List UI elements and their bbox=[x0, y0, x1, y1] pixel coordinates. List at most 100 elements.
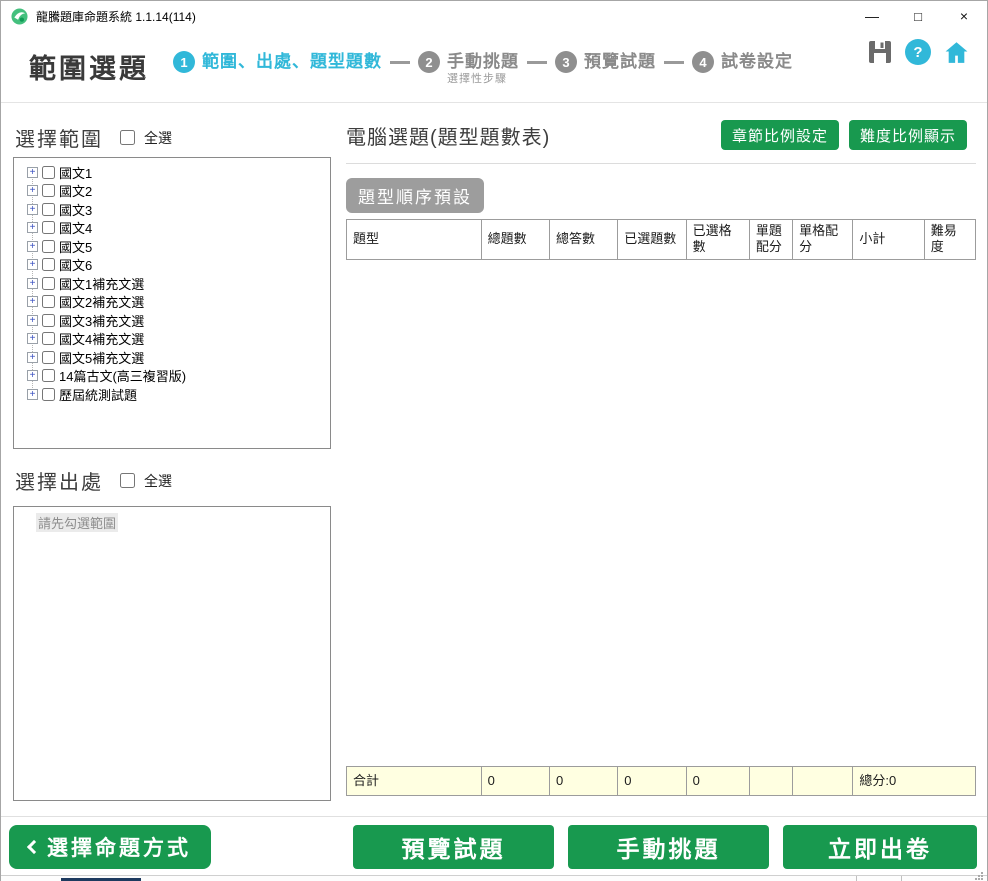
tree-item-checkbox[interactable] bbox=[42, 277, 55, 290]
expand-icon[interactable]: + bbox=[27, 296, 38, 307]
column-header: 總題數 bbox=[481, 220, 549, 260]
expand-icon[interactable]: + bbox=[27, 352, 38, 363]
question-type-table-header: 題型總題數總答數已選題數已選格數單題配分單格配分小計難易度 bbox=[346, 219, 976, 260]
step-3-preview[interactable]: 3 預覽試題 bbox=[555, 51, 656, 73]
tree-item-label: 國文4補充文選 bbox=[59, 329, 144, 348]
expand-icon[interactable]: + bbox=[27, 315, 38, 326]
maximize-button[interactable]: □ bbox=[895, 1, 941, 31]
type-order-preset-button[interactable]: 題型順序預設 bbox=[346, 178, 484, 213]
step-dash bbox=[527, 61, 547, 64]
step-dash bbox=[664, 61, 684, 64]
tree-item-checkbox[interactable] bbox=[42, 314, 55, 327]
tree-item[interactable]: +國文5 bbox=[14, 237, 330, 256]
step-3-number: 3 bbox=[555, 51, 577, 73]
tree-item[interactable]: +國文3補充文選 bbox=[14, 311, 330, 330]
column-header: 單格配分 bbox=[793, 220, 853, 260]
tree-item[interactable]: +國文2補充文選 bbox=[14, 293, 330, 312]
footer-cell bbox=[793, 767, 853, 796]
footer-cell: 合計 bbox=[347, 767, 482, 796]
tree-item[interactable]: +國文4 bbox=[14, 219, 330, 238]
tree-item[interactable]: + 國文4補充文選 bbox=[14, 330, 330, 349]
back-to-method-button[interactable]: 選擇命題方式 bbox=[9, 825, 211, 869]
chapter-ratio-button[interactable]: 章節比例設定 bbox=[721, 120, 839, 150]
minimize-button[interactable]: — bbox=[849, 1, 895, 31]
column-header: 總答數 bbox=[549, 220, 617, 260]
header-separator bbox=[1, 102, 987, 103]
tree-item-checkbox[interactable] bbox=[42, 221, 55, 234]
tree-item[interactable]: +14篇古文(高三複習版) bbox=[14, 367, 330, 386]
range-section-header: 選擇範圍 全選 bbox=[15, 123, 172, 152]
expand-icon[interactable]: + bbox=[27, 185, 38, 196]
save-icon[interactable] bbox=[868, 40, 892, 64]
tree-item-checkbox[interactable] bbox=[42, 203, 55, 216]
step-3-label: 預覽試題 bbox=[584, 51, 656, 73]
footer-cell: 0 bbox=[549, 767, 617, 796]
expand-icon[interactable]: + bbox=[27, 204, 38, 215]
step-4-paper-settings[interactable]: 4 試卷設定 bbox=[692, 51, 793, 73]
tree-item-checkbox[interactable] bbox=[42, 184, 55, 197]
step-2-manual-pick[interactable]: 2 手動挑題 選擇性步驟 bbox=[418, 51, 519, 86]
expand-icon[interactable]: + bbox=[27, 167, 38, 178]
column-header: 難易度 bbox=[924, 220, 975, 260]
header-icons: ? bbox=[868, 39, 969, 65]
tree-item-label: 國文1補充文選 bbox=[59, 274, 144, 293]
expand-icon[interactable]: + bbox=[27, 241, 38, 252]
tree-item-label: 國文6 bbox=[59, 255, 92, 274]
source-select-all-label: 全選 bbox=[144, 471, 172, 491]
expand-icon[interactable]: + bbox=[27, 278, 38, 289]
close-button[interactable]: × bbox=[941, 1, 987, 31]
range-tree: +國文1+國文2+國文3+國文4+國文5+國文6+國文1補充文選+國文2補充文選… bbox=[13, 157, 331, 449]
footer-cell: 0 bbox=[618, 767, 686, 796]
tree-item-checkbox[interactable] bbox=[42, 332, 55, 345]
manual-pick-button[interactable]: 手動挑題 bbox=[568, 825, 769, 869]
tree-item[interactable]: +國文2 bbox=[14, 182, 330, 201]
tree-item-checkbox[interactable] bbox=[42, 295, 55, 308]
tree-item[interactable]: +國文3 bbox=[14, 200, 330, 219]
step-4-label: 試卷設定 bbox=[721, 51, 793, 73]
status-bar bbox=[1, 875, 987, 881]
computer-selection-title: 電腦選題(題型題數表) bbox=[346, 121, 550, 150]
column-header: 已選題數 bbox=[618, 220, 686, 260]
tree-item-checkbox[interactable] bbox=[42, 240, 55, 253]
range-select-all-checkbox[interactable] bbox=[120, 130, 135, 145]
tree-item-checkbox[interactable] bbox=[42, 258, 55, 271]
step-2-sublabel: 選擇性步驟 bbox=[447, 73, 519, 86]
step-1-number: 1 bbox=[173, 51, 195, 73]
expand-icon[interactable]: + bbox=[27, 370, 38, 381]
wizard-stepper: 1 範圍、出處、題型題數 2 手動挑題 選擇性步驟 3 預覽試題 4 試卷設定 bbox=[173, 51, 793, 86]
question-type-table-footer: 合計0000總分:0 bbox=[346, 766, 976, 796]
help-icon[interactable]: ? bbox=[905, 39, 931, 65]
difficulty-ratio-button[interactable]: 難度比例顯示 bbox=[849, 120, 967, 150]
tree-item[interactable]: + 國文6 bbox=[14, 256, 330, 275]
expand-icon[interactable]: + bbox=[27, 259, 38, 270]
expand-icon[interactable]: + bbox=[27, 333, 38, 344]
source-select-all-checkbox[interactable] bbox=[120, 473, 135, 488]
step-1-label: 範圍、出處、題型題數 bbox=[202, 51, 382, 73]
home-icon[interactable] bbox=[944, 40, 969, 65]
expand-icon[interactable]: + bbox=[27, 222, 38, 233]
window-controls: — □ × bbox=[849, 1, 987, 31]
step-1-range[interactable]: 1 範圍、出處、題型題數 bbox=[173, 51, 382, 73]
page-title: 範圍選題 bbox=[29, 47, 149, 86]
generate-paper-button[interactable]: 立即出卷 bbox=[783, 825, 977, 869]
tree-item-label: 國文5補充文選 bbox=[59, 348, 144, 367]
step-dash bbox=[390, 61, 410, 64]
window-title: 龍騰題庫命題系統 1.1.14(114) bbox=[36, 8, 196, 25]
source-section-title: 選擇出處 bbox=[15, 466, 103, 495]
footer-cell: 總分:0 bbox=[853, 767, 976, 796]
tree-item[interactable]: +歷屆統測試題 bbox=[14, 385, 330, 404]
resize-grip-icon[interactable] bbox=[974, 872, 983, 881]
tree-item-checkbox[interactable] bbox=[42, 369, 55, 382]
tree-item[interactable]: + 國文5補充文選 bbox=[14, 348, 330, 367]
tree-item[interactable]: +國文1 bbox=[14, 163, 330, 182]
column-header: 題型 bbox=[347, 220, 482, 260]
preview-questions-button[interactable]: 預覽試題 bbox=[353, 825, 554, 869]
expand-icon[interactable]: + bbox=[27, 389, 38, 400]
title-bar: 龍騰題庫命題系統 1.1.14(114) — □ × bbox=[1, 1, 987, 31]
tree-item[interactable]: + 國文1補充文選 bbox=[14, 274, 330, 293]
step-4-number: 4 bbox=[692, 51, 714, 73]
tree-item-checkbox[interactable] bbox=[42, 388, 55, 401]
tree-item-checkbox[interactable] bbox=[42, 166, 55, 179]
tree-item-checkbox[interactable] bbox=[42, 351, 55, 364]
main-separator bbox=[346, 163, 976, 164]
